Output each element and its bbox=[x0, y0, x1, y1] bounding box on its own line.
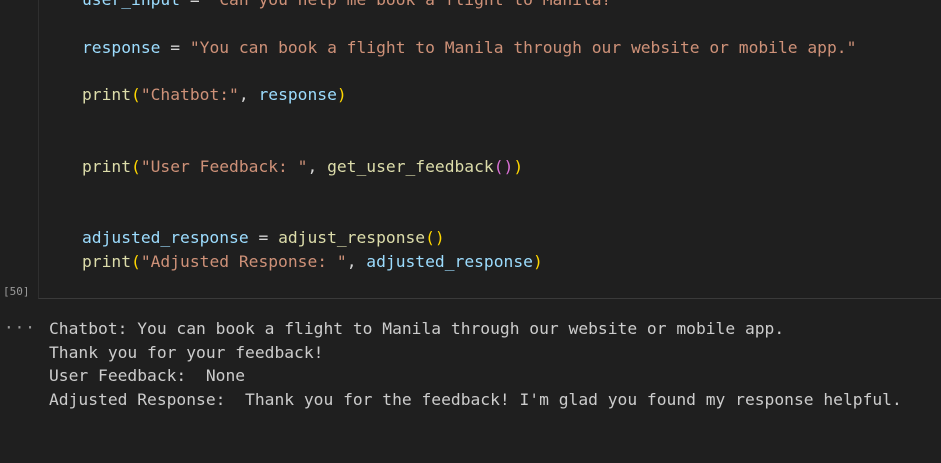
code-token: print bbox=[82, 85, 132, 104]
code-line-adjusted-response[interactable]: adjusted_response = adjust_response() bbox=[82, 228, 445, 248]
code-token: () bbox=[493, 157, 514, 176]
code-token: () bbox=[425, 228, 445, 247]
code-token: response bbox=[258, 85, 337, 104]
code-token: , bbox=[307, 157, 328, 176]
code-token: "Adjusted Response: " bbox=[140, 252, 347, 271]
code-token: "Can you help me book a flight to Manila… bbox=[209, 0, 621, 9]
output-line: Adjusted Response: Thank you for the fee… bbox=[49, 390, 902, 409]
code-token: "You can book a flight to Manila through… bbox=[189, 38, 857, 57]
output-menu-icon[interactable]: ··· bbox=[4, 318, 36, 337]
code-token: = bbox=[248, 228, 279, 247]
code-line-print-adjusted[interactable]: print("Adjusted Response: ", adjusted_re… bbox=[82, 252, 543, 272]
code-token: user_input bbox=[82, 0, 180, 9]
code-token: adjusted_response bbox=[366, 252, 533, 271]
code-line-response[interactable]: response = "You can book a flight to Man… bbox=[82, 38, 856, 58]
code-line-print-feedback[interactable]: print("User Feedback: ", get_user_feedba… bbox=[82, 157, 523, 177]
code-line-print-chatbot[interactable]: print("Chatbot:", response) bbox=[82, 85, 347, 105]
code-token: , bbox=[238, 85, 259, 104]
code-token: ( bbox=[131, 252, 141, 271]
code-token: ) bbox=[532, 252, 543, 271]
code-token: adjusted_response bbox=[82, 228, 249, 247]
output-line: Chatbot: You can book a flight to Manila… bbox=[49, 319, 785, 338]
code-token: ) bbox=[513, 157, 524, 176]
code-token: print bbox=[82, 157, 132, 176]
code-token: = bbox=[160, 38, 190, 57]
code-line-user-input[interactable]: user_input = "Can you help me book a fli… bbox=[82, 0, 621, 10]
output-line: Thank you for your feedback! bbox=[49, 343, 324, 362]
code-token: "Chatbot:" bbox=[140, 85, 239, 104]
code-token: adjust_response bbox=[278, 228, 426, 247]
code-token: "User Feedback: " bbox=[140, 157, 308, 176]
code-token: response bbox=[82, 38, 161, 57]
code-token: ( bbox=[131, 157, 141, 176]
code-token: ) bbox=[336, 85, 347, 104]
code-token: , bbox=[346, 252, 367, 271]
code-token: ( bbox=[131, 85, 141, 104]
execution-count: [50] bbox=[3, 285, 30, 298]
code-token: print bbox=[82, 252, 132, 271]
output-line: User Feedback: None bbox=[49, 366, 246, 385]
code-token: = bbox=[180, 0, 209, 9]
code-token: get_user_feedback bbox=[327, 157, 494, 176]
